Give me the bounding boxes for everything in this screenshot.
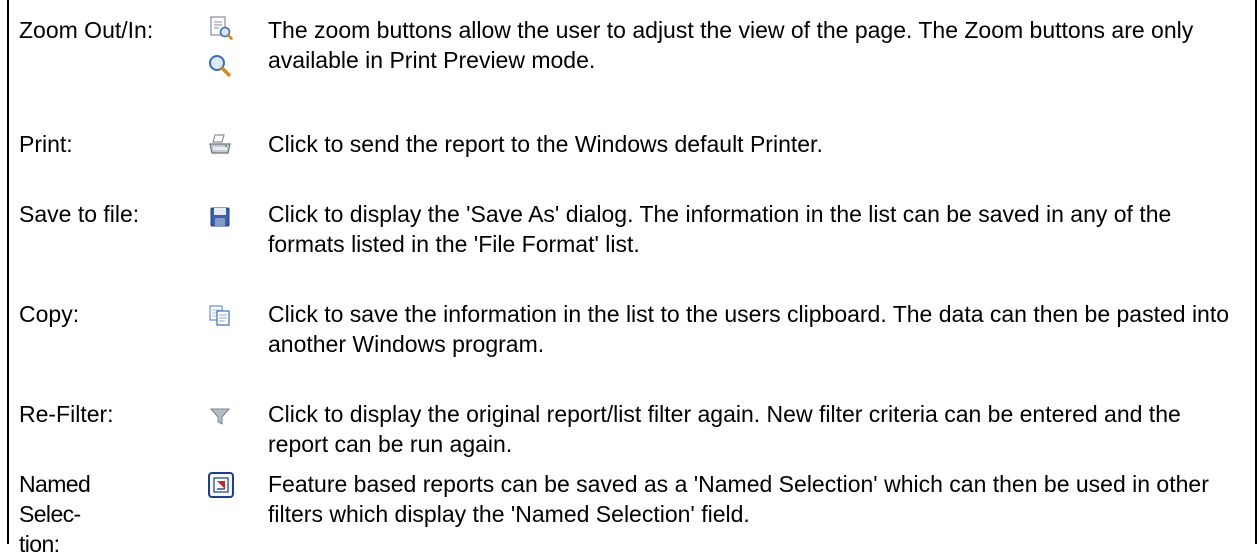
- row-description: Feature based reports can be saved as a …: [268, 471, 1209, 527]
- row-label: Print:: [19, 131, 73, 157]
- row-label: Zoom Out/In:: [19, 17, 154, 43]
- copy-icon: [207, 302, 233, 333]
- filter-icon: [207, 403, 233, 434]
- zoom-out-icon: [207, 15, 233, 46]
- row-description: Click to display the original report/lis…: [268, 401, 1181, 457]
- row-label: Copy:: [19, 301, 80, 327]
- row-label: Re-Filter:: [19, 401, 114, 427]
- row-description: Click to save the information in the lis…: [268, 301, 1230, 357]
- zoom-in-icon: [207, 53, 233, 84]
- printer-icon: [207, 132, 233, 163]
- named-selection-icon: [207, 471, 235, 504]
- row-label: Save to file:: [19, 201, 140, 227]
- help-table: Zoom Out/In: The zoom buttons allow the …: [7, 0, 1257, 557]
- row-description: The zoom buttons allow the user to adjus…: [268, 17, 1194, 73]
- floppy-disk-icon: [207, 204, 233, 235]
- row-label: Named Selec- tion:: [19, 471, 91, 557]
- row-description: Click to send the report to the Windows …: [268, 131, 823, 157]
- row-description: Click to display the 'Save As' dialog. T…: [268, 201, 1172, 257]
